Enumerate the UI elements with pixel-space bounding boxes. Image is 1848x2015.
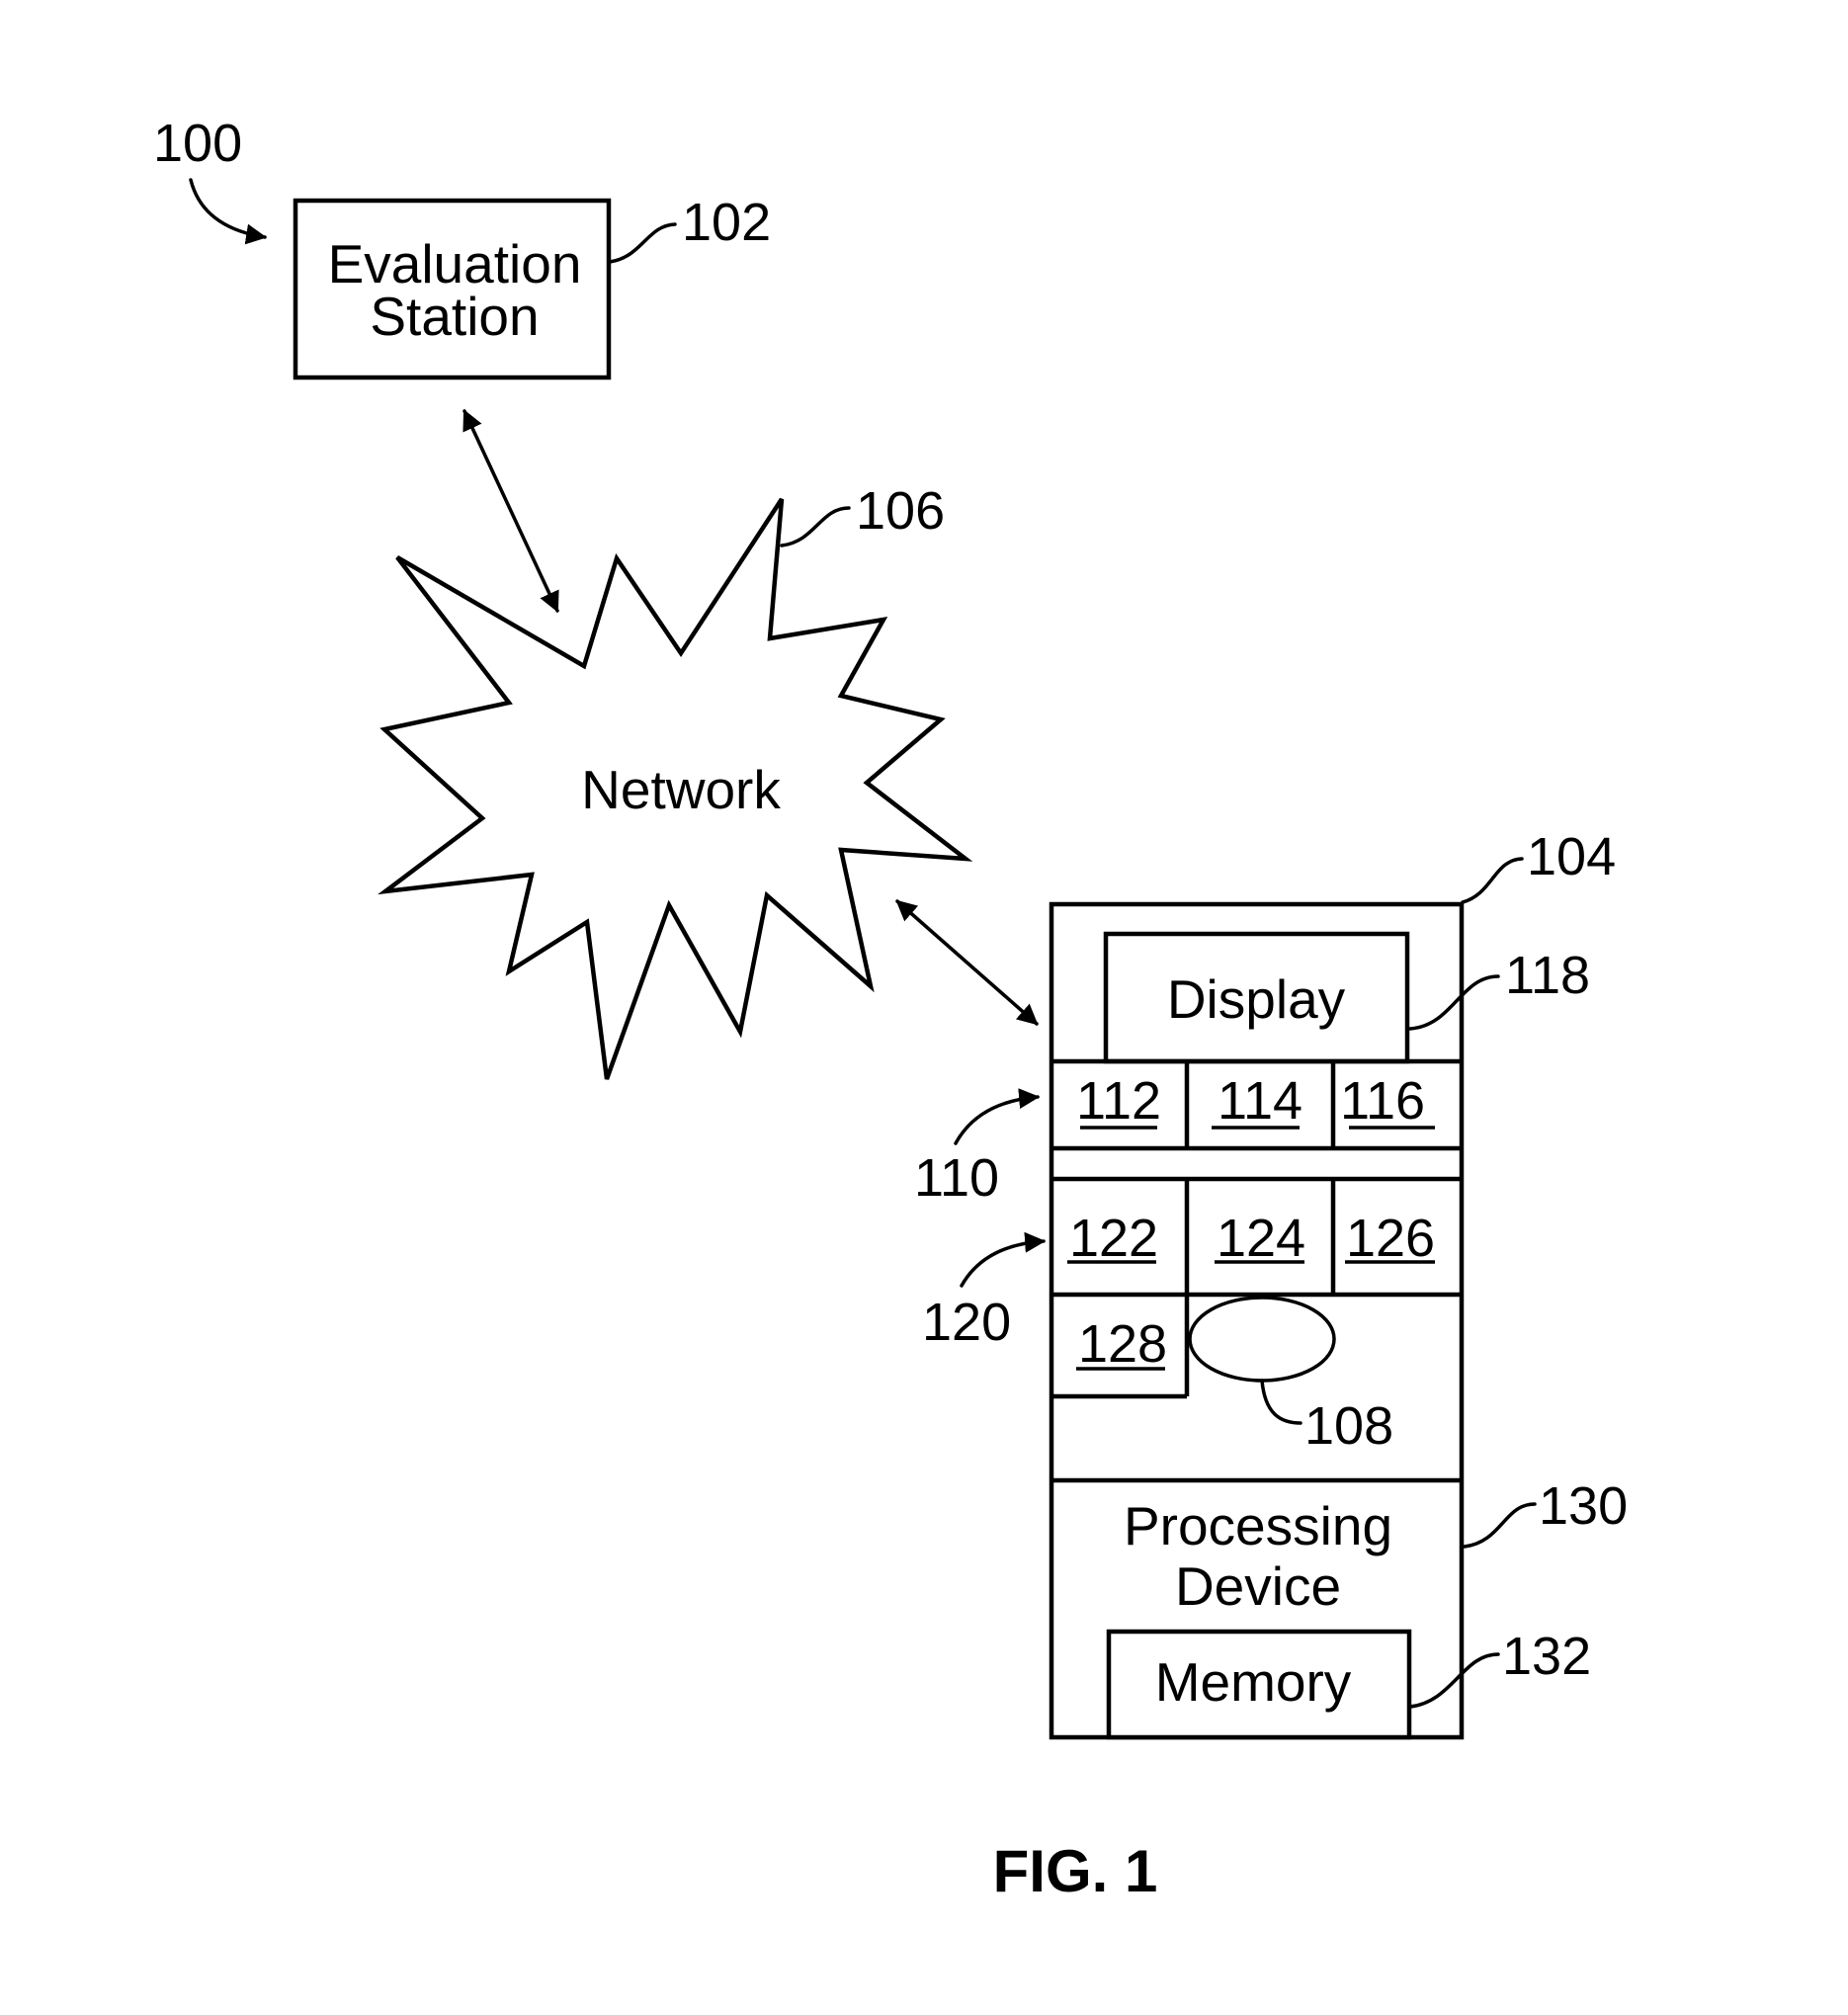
cell-112-label: 112: [1076, 1071, 1161, 1131]
patent-figure: 100 Evaluation Station 102 Network 106 D…: [153, 114, 1628, 1904]
display-label: Display: [1167, 968, 1346, 1030]
processing-ref: 130: [1539, 1476, 1628, 1536]
row1-ref-arrow: [954, 1088, 1041, 1145]
cell-126: 126: [1345, 1209, 1435, 1268]
cell-116: 116: [1340, 1071, 1435, 1131]
row1-ref: 110: [914, 1148, 999, 1208]
evaluation-station-ref: 102: [682, 193, 771, 252]
cell-124: 124: [1215, 1209, 1305, 1268]
device: Display 112 114 116 122 124 126 128 Proc…: [1049, 901, 1465, 1740]
network: Network: [378, 497, 973, 1080]
system-ref-label: 100: [153, 114, 242, 173]
device-ref: 104: [1527, 827, 1616, 886]
evaluation-station-label-line2: Station: [370, 286, 539, 347]
cell-128-label: 128: [1078, 1314, 1167, 1374]
row2-ref-arrow: [960, 1231, 1047, 1288]
display-ref: 118: [1505, 946, 1590, 1005]
cell-122: 122: [1067, 1209, 1158, 1268]
processing-device-label-line1: Processing: [1124, 1495, 1392, 1556]
network-ref: 106: [856, 481, 945, 541]
station-network-link-arrow: [462, 409, 559, 613]
cell-114-label: 114: [1218, 1071, 1302, 1131]
cell-122-label: 122: [1069, 1209, 1158, 1268]
network-device-link-arrow: [895, 899, 1039, 1026]
cell-112: 112: [1076, 1071, 1161, 1131]
cell-128: 128: [1076, 1314, 1167, 1374]
processing-leader-line: [1463, 1502, 1537, 1549]
evaluation-station: Evaluation Station: [293, 198, 612, 380]
processing-device-label-line2: Device: [1175, 1555, 1341, 1617]
memory-label: Memory: [1155, 1651, 1352, 1713]
cell-114: 114: [1212, 1071, 1302, 1131]
network-leader-line: [780, 506, 851, 547]
evaluation-station-leader-line: [608, 222, 677, 264]
system-ref-arrow: [189, 178, 268, 245]
cell-116-label: 116: [1340, 1071, 1425, 1131]
figure-caption: FIG. 1: [993, 1838, 1158, 1904]
element-108-ref: 108: [1304, 1396, 1393, 1456]
memory-ref: 132: [1502, 1627, 1591, 1686]
cell-124-label: 124: [1217, 1209, 1305, 1268]
network-label: Network: [581, 759, 781, 820]
row2-ref: 120: [922, 1293, 1011, 1352]
device-leader-line: [1461, 857, 1524, 904]
cell-126-label: 126: [1346, 1209, 1435, 1268]
